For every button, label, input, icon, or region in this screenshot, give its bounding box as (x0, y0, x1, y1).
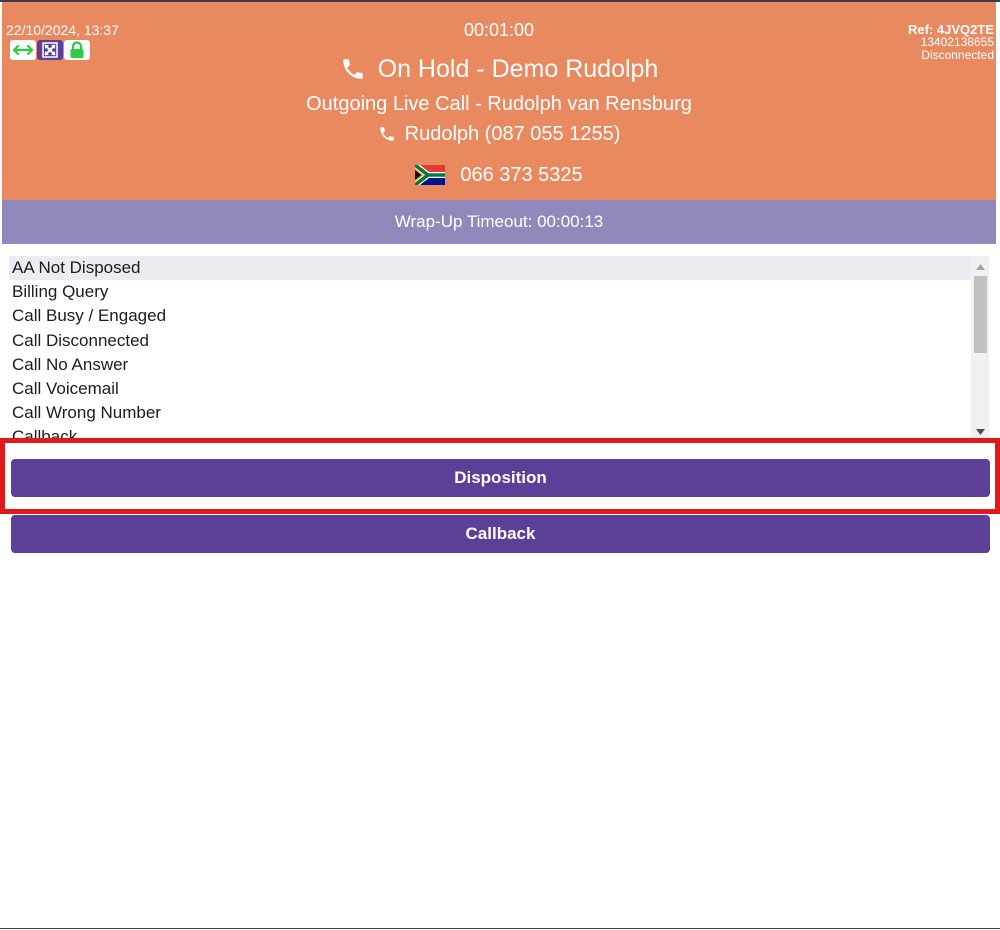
disposition-items: AA Not Disposed Billing Query Call Busy … (9, 256, 971, 439)
list-scrollbar[interactable] (971, 256, 989, 439)
dialed-number-line: 066 373 5325 (2, 163, 996, 187)
disposition-option[interactable]: Call Voicemail (9, 377, 971, 401)
call-timer: 00:01:00 (463, 20, 535, 40)
call-status-text: On Hold - Demo Rudolph (377, 55, 659, 83)
disposition-option[interactable]: Call No Answer (9, 353, 971, 377)
call-header: 22/10/2024, 13:37 00:01:00 Ref: 4JVQ2TE … (2, 2, 996, 200)
callback-button[interactable]: Callback (11, 515, 990, 553)
disposition-option[interactable]: Callback (9, 425, 971, 439)
south-africa-flag-icon (415, 165, 446, 185)
disposition-option[interactable]: Call Busy / Engaged (9, 304, 971, 328)
disposition-option[interactable]: AA Not Disposed (9, 256, 971, 281)
scroll-down-arrow-icon[interactable] (971, 425, 989, 439)
call-panel: 22/10/2024, 13:37 00:01:00 Ref: 4JVQ2TE … (0, 0, 1000, 930)
bottom-divider (0, 928, 1000, 929)
call-type: Outgoing Live Call - Rudolph van Rensbur… (306, 93, 692, 115)
scroll-up-arrow-icon[interactable] (971, 260, 989, 274)
disposition-list[interactable]: AA Not Disposed Billing Query Call Busy … (9, 256, 989, 439)
phone-icon (342, 59, 363, 79)
disposition-option[interactable]: Billing Query (9, 280, 971, 304)
dialed-number: 066 373 5325 (460, 164, 583, 186)
wrapup-timeout-bar: Wrap-Up Timeout: 00:00:13 (2, 200, 996, 244)
wrapup-timeout-label: Wrap-Up Timeout: 00:00:13 (394, 212, 604, 231)
contact-line: Rudolph (087 055 1255) (2, 122, 996, 146)
disposition-option[interactable]: Call Wrong Number (9, 401, 971, 425)
disposition-option[interactable]: Call Disconnected (9, 329, 971, 353)
disposition-button[interactable]: Disposition (11, 459, 990, 497)
phone-icon (379, 127, 394, 141)
contact-text: Rudolph (087 055 1255) (404, 123, 621, 145)
scroll-thumb[interactable] (974, 276, 987, 353)
call-status-title: On Hold - Demo Rudolph (2, 54, 996, 84)
